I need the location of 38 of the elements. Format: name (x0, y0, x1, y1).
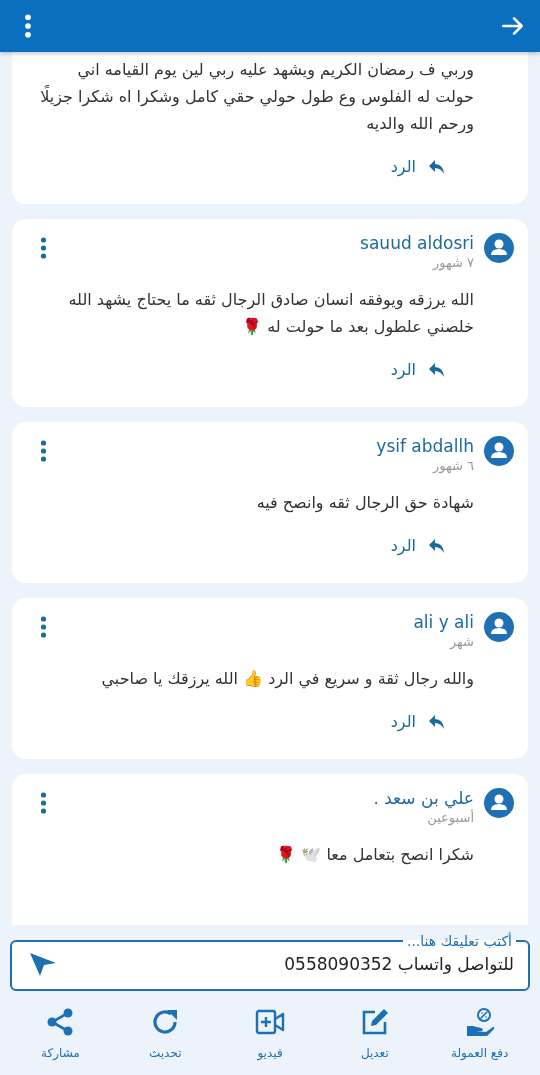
nav-button[interactable]: تحديث (120, 1006, 211, 1060)
comment-text: والله رجال ثقة و سريع في الرد 👍 الله يرزقك يا صاحبي (100, 668, 474, 691)
reply-icon (428, 158, 446, 175)
user-avatar-icon (484, 788, 514, 818)
comment-options-icon[interactable] (40, 440, 47, 462)
comment-options-icon[interactable] (40, 792, 47, 814)
reply-button[interactable]: الرد (390, 532, 446, 559)
field-label: أكتب تعليقك هنا... (405, 933, 513, 949)
reply-button[interactable]: الرد (390, 356, 446, 383)
reply-button[interactable]: الرد (390, 153, 446, 180)
user-avatar-icon (484, 233, 514, 263)
more-options-icon[interactable] (24, 14, 32, 38)
nav-button[interactable]: تعديل (329, 1006, 420, 1060)
comment-options-icon[interactable] (40, 616, 47, 638)
author-name: علي بن سعد . (372, 788, 474, 808)
comment-text: الله يرزقه ويوفقه انسان صادق الرجال ثقه ما يحتاج يشهد الله خلصني علطول بعد ما حولت له 🌹 (67, 289, 474, 339)
comment-input[interactable]: للتواصل واتساب 0558090352 (70, 953, 516, 975)
nav-button[interactable]: فيديو (225, 1006, 315, 1060)
user-avatar-icon (484, 436, 514, 466)
reply-icon (428, 713, 446, 730)
comment-time: ٧ شهور (431, 255, 474, 270)
comment-text: شهادة حق الرجال ثقه وانصح فيه (255, 492, 474, 515)
comment-field[interactable]: أكتب تعليقك هنا... للتواصل واتساب 0558090352 (10, 933, 530, 991)
reply-icon (428, 361, 446, 378)
reply-icon (428, 537, 446, 554)
author-name: sauud aldosri (359, 233, 474, 253)
author-name: ali y ali (412, 612, 474, 632)
comment-text: شكرا انصح بتعامل معا 🕊 🌹 (275, 844, 474, 867)
nav-button[interactable]: مشاركة (15, 1006, 106, 1060)
user-avatar-icon (484, 612, 514, 642)
reply-button[interactable]: الرد (390, 708, 446, 735)
nav-button[interactable]: دفع العمولة (434, 1006, 525, 1060)
comment-time: شهر (448, 634, 474, 649)
comment-options-icon[interactable] (40, 237, 47, 259)
comment-time: ٦ شهور (431, 458, 474, 473)
author-name: ysif abdallh (375, 436, 474, 456)
comment-text: وربي ف رمضان الكريم ويشهد عليه ربي لين يوم القيامه اني حولت له الفلوس وع طول حولي حقي كامل وشكرا اه شكرا جزيلًا ورحم الله والديه (39, 59, 474, 136)
comment-time: أسبوعين (426, 810, 474, 825)
